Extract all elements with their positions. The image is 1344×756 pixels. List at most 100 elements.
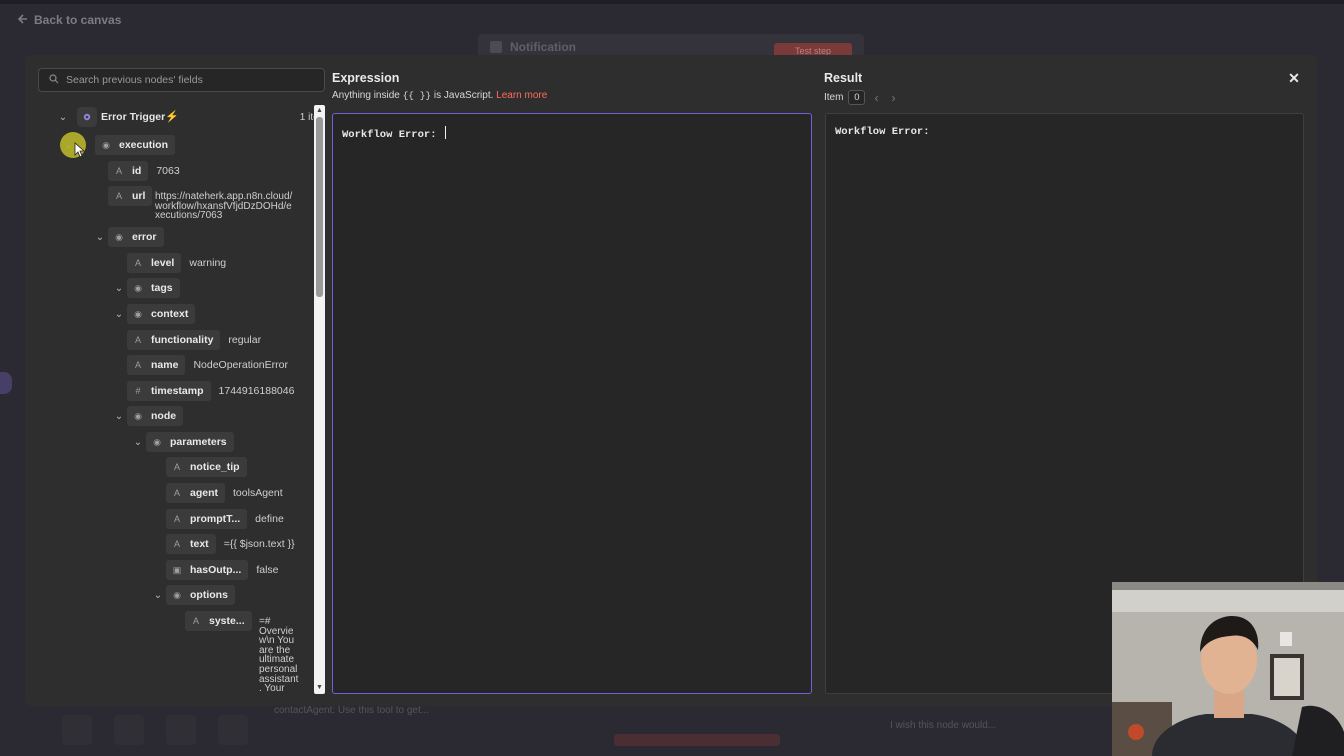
string-type-icon: A xyxy=(134,360,141,370)
tree-item-functionality[interactable]: Afunctionality regular xyxy=(127,330,261,350)
object-icon: ◉ xyxy=(134,410,142,421)
presenter-video-image xyxy=(1112,582,1344,756)
tree-item-system-message[interactable]: Asyste... xyxy=(185,611,252,631)
string-type-icon: A xyxy=(134,258,141,268)
background-node-blob xyxy=(0,372,12,394)
fit-view-icon xyxy=(62,715,92,745)
tree-item-name[interactable]: Aname NodeOperationError xyxy=(127,355,288,375)
node-icon xyxy=(490,41,502,53)
string-type-icon: A xyxy=(115,191,122,201)
background-hint-right: I wish this node would... xyxy=(890,720,997,731)
tree-item-context[interactable]: ⌄ ◉ context xyxy=(115,304,196,324)
string-type-icon: A xyxy=(192,616,199,626)
tree-root-error-trigger[interactable]: ⌄ Error Trigger ⚡ 1 item xyxy=(57,107,315,127)
result-item-nav: Item 0 ‹ › xyxy=(824,90,899,105)
tree-item-level[interactable]: Alevel warning xyxy=(127,253,226,273)
tree-value: warning xyxy=(189,257,227,269)
background-zoom-controls xyxy=(62,715,248,745)
chevron-down-icon[interactable]: ⌄ xyxy=(132,436,144,448)
search-input[interactable] xyxy=(66,74,306,86)
close-icon[interactable]: ✕ xyxy=(1287,71,1301,85)
tree-item-agent[interactable]: Aagent toolsAgent xyxy=(166,483,283,503)
expression-title: Expression xyxy=(332,71,400,85)
tree-value: 7063 xyxy=(156,165,180,177)
tree-item-error[interactable]: ⌄ ◉ error xyxy=(96,227,164,247)
tree-value: ={{ $json.text }} xyxy=(223,538,295,550)
tree-item-id[interactable]: Aid 7063 xyxy=(108,161,180,181)
chevron-right-icon[interactable]: › xyxy=(887,91,899,105)
background-hint-left: contactAgent: Use this tool to get... xyxy=(274,705,430,716)
learn-more-link[interactable]: Learn more xyxy=(496,90,547,101)
string-type-icon: A xyxy=(115,166,122,176)
tree-value: regular xyxy=(228,334,262,346)
object-icon: ◉ xyxy=(102,139,110,150)
item-label: Item xyxy=(824,92,844,103)
tree-item-tags[interactable]: ⌄ ◉ tags xyxy=(115,278,180,298)
error-trigger-icon xyxy=(77,107,97,127)
object-icon: ◉ xyxy=(134,282,142,293)
tree-item-execution[interactable]: ⌄ ◉execution xyxy=(65,135,176,155)
tree-item-has-output-parser[interactable]: ▣ hasOutp... false xyxy=(166,560,279,580)
chevron-down-icon[interactable]: ⌄ xyxy=(152,589,164,601)
url-value: https://nateherk.app.n8n.cloud/ workflow… xyxy=(155,191,293,222)
expression-editor[interactable]: Workflow Error: xyxy=(332,113,812,694)
system-message-value: =# Overvie w\n You are the ultimate pers… xyxy=(259,616,299,695)
window-top-bar xyxy=(0,0,1344,4)
object-icon: ◉ xyxy=(115,231,123,242)
tree-scrollbar[interactable]: ▲ ▼ xyxy=(314,105,325,694)
chevron-down-icon[interactable]: ⌄ xyxy=(113,282,125,294)
arrow-left-icon xyxy=(17,13,28,27)
string-type-icon: A xyxy=(134,335,141,345)
string-type-icon: A xyxy=(173,539,180,549)
result-title: Result xyxy=(824,71,863,85)
object-icon: ◉ xyxy=(153,436,161,447)
tree-value: 1744916188046 xyxy=(218,385,295,397)
tree-root-count: 1 item xyxy=(299,111,315,123)
tree-item-prompt-type[interactable]: ApromptT... define xyxy=(166,509,284,529)
input-data-tree: ⌄ Error Trigger ⚡ 1 item ⌄ ◉execution Ai… xyxy=(25,103,315,698)
expression-hint: Anything inside {{ }} is JavaScript. Lea… xyxy=(332,90,548,101)
string-type-icon: A xyxy=(173,514,180,524)
boolean-type-icon: ▣ xyxy=(172,564,182,575)
scroll-up-icon[interactable]: ▲ xyxy=(315,107,324,115)
tree-item-text[interactable]: Atext ={{ $json.text }} xyxy=(166,534,295,554)
item-index-input[interactable]: 0 xyxy=(848,90,866,105)
chevron-left-icon[interactable]: ‹ xyxy=(870,91,882,105)
back-to-canvas-label: Back to canvas xyxy=(34,13,122,27)
tree-value: toolsAgent xyxy=(233,487,283,499)
scroll-down-icon[interactable]: ▼ xyxy=(315,684,324,692)
tree-value: define xyxy=(255,513,284,525)
zoom-in-icon xyxy=(114,715,144,745)
scrollbar-thumb[interactable] xyxy=(316,117,323,297)
tree-item-options[interactable]: ⌄ ◉ options xyxy=(154,585,235,605)
object-icon: ◉ xyxy=(134,308,142,319)
string-type-icon: A xyxy=(173,462,180,472)
tree-value: false xyxy=(256,564,279,576)
search-icon xyxy=(49,71,59,89)
zoom-out-icon xyxy=(166,715,196,745)
chevron-down-icon[interactable]: ⌄ xyxy=(57,111,69,123)
tree-item-parameters[interactable]: ⌄ ◉ parameters xyxy=(134,432,234,452)
back-to-canvas-link[interactable]: Back to canvas xyxy=(17,13,122,27)
result-code: Workflow Error: xyxy=(835,126,930,138)
object-icon: ◉ xyxy=(173,589,181,600)
text-caret xyxy=(444,126,446,139)
chevron-down-icon[interactable]: ⌄ xyxy=(113,410,125,422)
tree-value: NodeOperationError xyxy=(193,359,288,371)
webcam-overlay xyxy=(1112,582,1344,756)
string-type-icon: A xyxy=(173,488,180,498)
lightning-icon: ⚡ xyxy=(165,111,179,123)
expression-code[interactable]: Workflow Error: xyxy=(342,126,446,141)
number-type-icon: # xyxy=(135,386,141,396)
tree-root-label: Error Trigger xyxy=(101,111,166,123)
tree-item-url[interactable]: Aurl xyxy=(108,186,153,206)
tree-item-timestamp[interactable]: # timestamp 1744916188046 xyxy=(127,381,294,401)
tree-item-node[interactable]: ⌄ ◉ node xyxy=(115,406,184,426)
chevron-down-icon[interactable]: ⌄ xyxy=(94,231,106,243)
chevron-down-icon[interactable]: ⌄ xyxy=(113,308,125,320)
search-field[interactable] xyxy=(38,68,325,92)
mouse-pointer-icon xyxy=(74,142,85,158)
reset-zoom-icon xyxy=(218,715,248,745)
tree-item-notice-tip[interactable]: Anotice_tip xyxy=(166,457,247,477)
background-red-bar xyxy=(614,734,780,746)
